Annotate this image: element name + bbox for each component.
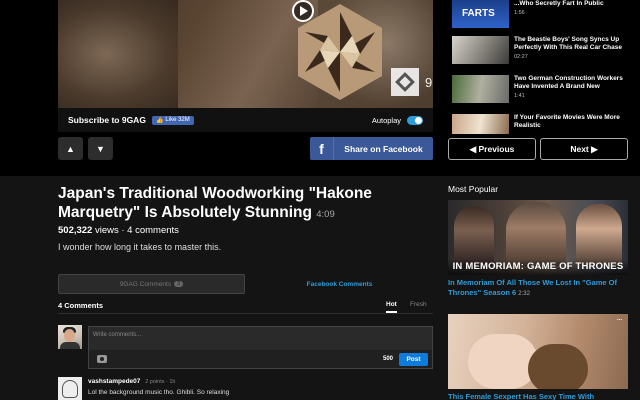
autoplay-label: Autoplay <box>371 115 401 125</box>
popular-caption: IN MEMORIAM: GAME OF THRONES <box>448 259 628 275</box>
share-label: Share on Facebook <box>344 143 423 154</box>
tab-facebook-comments[interactable]: Facebook Comments <box>246 274 433 294</box>
char-count: 500 <box>383 356 394 362</box>
comments-header: 4 Comments Hot Fresh <box>58 300 433 314</box>
related-item[interactable]: The Beastie Boys' Song Syncs Up Perfectl… <box>452 36 632 64</box>
related-duration: 1:56 <box>514 10 525 16</box>
related-item[interactable]: If Your Favorite Movies Were More Realis… <box>452 114 632 134</box>
popular-duration: 2:32 <box>518 291 530 297</box>
9gag-logo-icon <box>391 68 419 96</box>
autoplay-control: Autoplay <box>371 115 423 125</box>
sort-hot[interactable]: Hot <box>386 301 397 313</box>
play-button[interactable] <box>292 0 314 22</box>
watermark-text: 9GAG.TV <box>425 74 433 90</box>
related-thumbnail <box>452 75 509 103</box>
downvote-button[interactable]: ▼ <box>88 137 113 160</box>
video-player[interactable]: 9GAG.TV <box>58 0 433 108</box>
upvote-button[interactable]: ▲ <box>58 137 83 160</box>
post-duration: 4:09 <box>316 209 335 220</box>
thumbs-up-icon: 👍 <box>155 117 164 124</box>
post-title: Japan's Traditional Woodworking "Hakone … <box>58 184 398 224</box>
view-count: 502,322 <box>58 225 93 236</box>
watermark: 9GAG.TV <box>391 68 433 96</box>
comment-avatar[interactable] <box>58 377 82 400</box>
related-title: ...Who Secretly Fart In Public <box>514 0 604 7</box>
previous-button[interactable]: ◀ Previous <box>448 138 536 160</box>
popular-title[interactable]: In Memoriam Of All Those We Lost In "Gam… <box>448 278 628 299</box>
facebook-icon: f <box>310 137 334 160</box>
popular-badge: ... <box>616 316 622 322</box>
tab-9gag-label: 9GAG Comments <box>119 280 172 288</box>
popular-title-text[interactable]: In Memoriam Of All Those We Lost In "Gam… <box>448 278 617 297</box>
share-on-facebook-button[interactable]: f Share on Facebook <box>310 137 433 160</box>
tab-9gag-comments[interactable]: 9GAG Comments 3 <box>58 274 245 294</box>
related-thumbnail <box>452 36 509 64</box>
comment-toolbar: 500 Post <box>88 350 433 369</box>
subscribe-bar: Subscribe to 9GAG 👍 Like 32M Autoplay <box>58 108 433 132</box>
comment-tabs: 9GAG Comments 3 Facebook Comments <box>58 274 433 294</box>
related-title: Two German Construction Workers Have Inv… <box>514 75 623 90</box>
sort-fresh[interactable]: Fresh <box>410 301 427 308</box>
popular-title[interactable]: This Female Sexpert Has Sexy Time With <box>448 392 628 400</box>
comment-username[interactable]: vashstampede07 2 points · 1h <box>88 378 175 385</box>
popular-thumbnail[interactable]: ... <box>448 314 628 389</box>
related-title: If Your Favorite Movies Were More Realis… <box>514 114 620 129</box>
related-thumbnail: FARTS <box>452 0 509 28</box>
post-stats: 502,322 views · 4 comments <box>58 225 179 236</box>
camera-icon[interactable] <box>97 355 107 363</box>
views-and-comments: views · 4 comments <box>94 225 179 236</box>
arrow-down-icon: ▼ <box>96 143 105 154</box>
most-popular-heading: Most Popular <box>448 184 499 194</box>
related-title: The Beastie Boys' Song Syncs Up Perfectl… <box>514 36 622 51</box>
related-duration: 02:27 <box>514 54 528 60</box>
comment-meta: 2 points · 1h <box>145 379 176 385</box>
play-icon <box>300 6 308 16</box>
like-count: Like 32M <box>165 117 190 123</box>
avatar <box>58 325 82 349</box>
post-button[interactable]: Post <box>399 353 428 366</box>
comments-count: 4 Comments <box>58 301 104 310</box>
autoplay-toggle[interactable] <box>407 115 423 125</box>
comment-input[interactable]: Write comments... <box>88 326 433 350</box>
popular-thumbnail[interactable]: IN MEMORIAM: GAME OF THRONES <box>448 200 628 275</box>
facebook-like-button[interactable]: 👍 Like 32M <box>151 115 194 125</box>
tab-9gag-count: 3 <box>174 281 184 287</box>
related-item[interactable]: FARTS ...Who Secretly Fart In Public 1:5… <box>452 0 632 28</box>
post-description: I wonder how long it takes to master thi… <box>58 242 222 252</box>
related-thumbnail <box>452 114 509 134</box>
arrow-up-icon: ▲ <box>66 143 75 154</box>
related-item[interactable]: Two German Construction Workers Have Inv… <box>452 75 632 103</box>
related-duration: 1:41 <box>514 93 525 99</box>
next-button[interactable]: Next ▶ <box>540 138 628 160</box>
comment-text: Lol the background music tho. Ghibli. So… <box>88 389 230 396</box>
comment-user-text[interactable]: vashstampede07 <box>88 378 140 385</box>
subscribe-link[interactable]: Subscribe to 9GAG <box>68 115 146 125</box>
